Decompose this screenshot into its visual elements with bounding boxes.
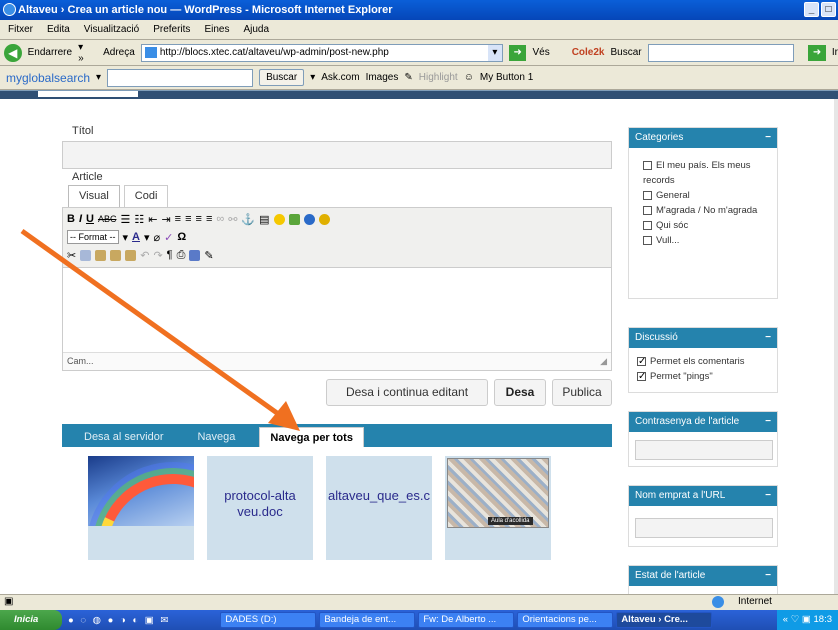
- quicklaunch-icons[interactable]: ● ◌ ◍ ● ◑ ◐ ▣ ✉: [68, 615, 170, 626]
- annotation-arrow: [20, 228, 300, 431]
- menu-favorites[interactable]: Preferits: [153, 24, 190, 35]
- page-status-icon: ▣: [4, 596, 14, 607]
- cole2k-buscar[interactable]: Buscar: [611, 47, 642, 58]
- ir-arrow-icon[interactable]: ➜: [808, 44, 826, 61]
- go-button[interactable]: Vés: [532, 47, 549, 58]
- chevron-down-icon[interactable]: ▾ »: [78, 42, 91, 64]
- taskbar: Inicia ● ◌ ◍ ● ◑ ◐ ▣ ✉ DADES (D:) Bandej…: [0, 610, 838, 630]
- dropdown-icon[interactable]: ▾: [487, 44, 502, 61]
- menu-help[interactable]: Ajuda: [243, 24, 269, 35]
- taskbar-item-mail[interactable]: Fw: De Alberto ...: [418, 612, 515, 628]
- browser-toolbar: ◀ Endarrere ▾ » Adreça http://blocs.xtec…: [0, 40, 838, 66]
- address-value: http://blocs.xtec.cat/altaveu/wp-admin/p…: [159, 46, 389, 58]
- zone-label: Internet: [738, 596, 772, 607]
- images-link[interactable]: Images: [366, 72, 399, 83]
- taskbar-item-inbox[interactable]: Bandeja de ent...: [319, 612, 416, 628]
- taskbar-item-browser[interactable]: Altaveu › Cre...: [616, 612, 713, 628]
- status-bar: ▣ Internet: [0, 594, 838, 610]
- address-input[interactable]: http://blocs.xtec.cat/altaveu/wp-admin/p…: [140, 43, 503, 62]
- highlight-icon: ✎: [404, 72, 413, 83]
- maximize-icon[interactable]: □: [821, 2, 836, 17]
- menu-file[interactable]: Fitxer: [8, 24, 33, 35]
- buscar-button[interactable]: Buscar: [259, 69, 305, 86]
- menu-view[interactable]: Visualització: [84, 24, 139, 35]
- page-viewport: Títol Article Visual Codi B I U ABC ☰ ☷ …: [0, 90, 838, 594]
- chevron-down-icon[interactable]: ▾: [310, 72, 315, 83]
- search-toolbar: myglobalsearch ▾ Buscar ▾ Ask.com Images…: [0, 66, 838, 90]
- myglobalsearch-input[interactable]: [107, 68, 254, 87]
- cole2k-logo: Cole2k: [571, 47, 605, 58]
- mybutton-icon: ☺: [463, 72, 474, 83]
- start-button[interactable]: Inicia: [0, 610, 62, 630]
- clock: 18:3: [813, 614, 833, 625]
- back-button[interactable]: Endarrere: [28, 47, 72, 58]
- system-tray: « ♡ ▣ 18:3: [776, 610, 838, 630]
- page-icon: [144, 46, 157, 58]
- menu-edit[interactable]: Edita: [47, 24, 70, 35]
- tray-icons[interactable]: « ♡ ▣: [783, 614, 814, 625]
- highlight-button[interactable]: Highlight: [419, 72, 458, 83]
- window-titlebar: Altaveu › Crea un article nou — WordPres…: [0, 0, 838, 20]
- ie-icon: [3, 3, 16, 16]
- minimize-icon[interactable]: _: [804, 2, 819, 17]
- back-arrow-icon[interactable]: ◀: [4, 43, 22, 62]
- go-arrow-icon[interactable]: ➜: [508, 44, 527, 61]
- menu-tools[interactable]: Eines: [204, 24, 229, 35]
- myglobalsearch-logo: myglobalsearch: [6, 70, 91, 85]
- menu-bar: Fitxer Edita Visualització Preferits Ein…: [0, 20, 838, 40]
- globe-icon: [712, 596, 724, 608]
- taskbar-item-drive[interactable]: DADES (D:): [220, 612, 317, 628]
- chevron-down-icon[interactable]: ▾: [96, 72, 101, 83]
- cole2k-search-input[interactable]: [647, 43, 795, 62]
- ir-button[interactable]: Ir: [832, 47, 838, 58]
- ask-link[interactable]: Ask.com: [321, 72, 359, 83]
- window-title: Altaveu › Crea un article nou — WordPres…: [18, 4, 393, 16]
- mybutton-link[interactable]: My Button 1: [480, 72, 533, 83]
- address-label: Adreça: [103, 47, 135, 58]
- taskbar-item-word[interactable]: Orientacions pe...: [517, 612, 614, 628]
